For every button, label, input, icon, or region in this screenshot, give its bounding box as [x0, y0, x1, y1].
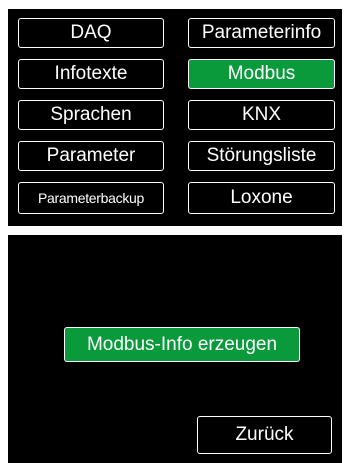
menu-button-stoerungsliste[interactable]: Störungsliste [188, 141, 335, 171]
menu-button-infotexte[interactable]: Infotexte [18, 59, 164, 89]
menu-button-parameterinfo[interactable]: Parameterinfo [188, 18, 335, 48]
menu-button-sprachen[interactable]: Sprachen [18, 100, 164, 130]
action-panel: Modbus-Info erzeugen Zurück [8, 235, 342, 463]
menu-button-parameter[interactable]: Parameter [18, 141, 164, 171]
menu-button-loxone[interactable]: Loxone [188, 182, 335, 214]
menu-button-modbus[interactable]: Modbus [188, 59, 335, 89]
menu-panel: DAQ Parameterinfo Infotexte Modbus Sprac… [8, 9, 342, 226]
menu-button-daq[interactable]: DAQ [18, 18, 164, 48]
menu-button-knx[interactable]: KNX [188, 100, 335, 130]
generate-modbus-info-button[interactable]: Modbus-Info erzeugen [64, 327, 300, 362]
back-button[interactable]: Zurück [197, 416, 332, 454]
menu-button-parameterbackup[interactable]: Parameterbackup [18, 182, 164, 214]
